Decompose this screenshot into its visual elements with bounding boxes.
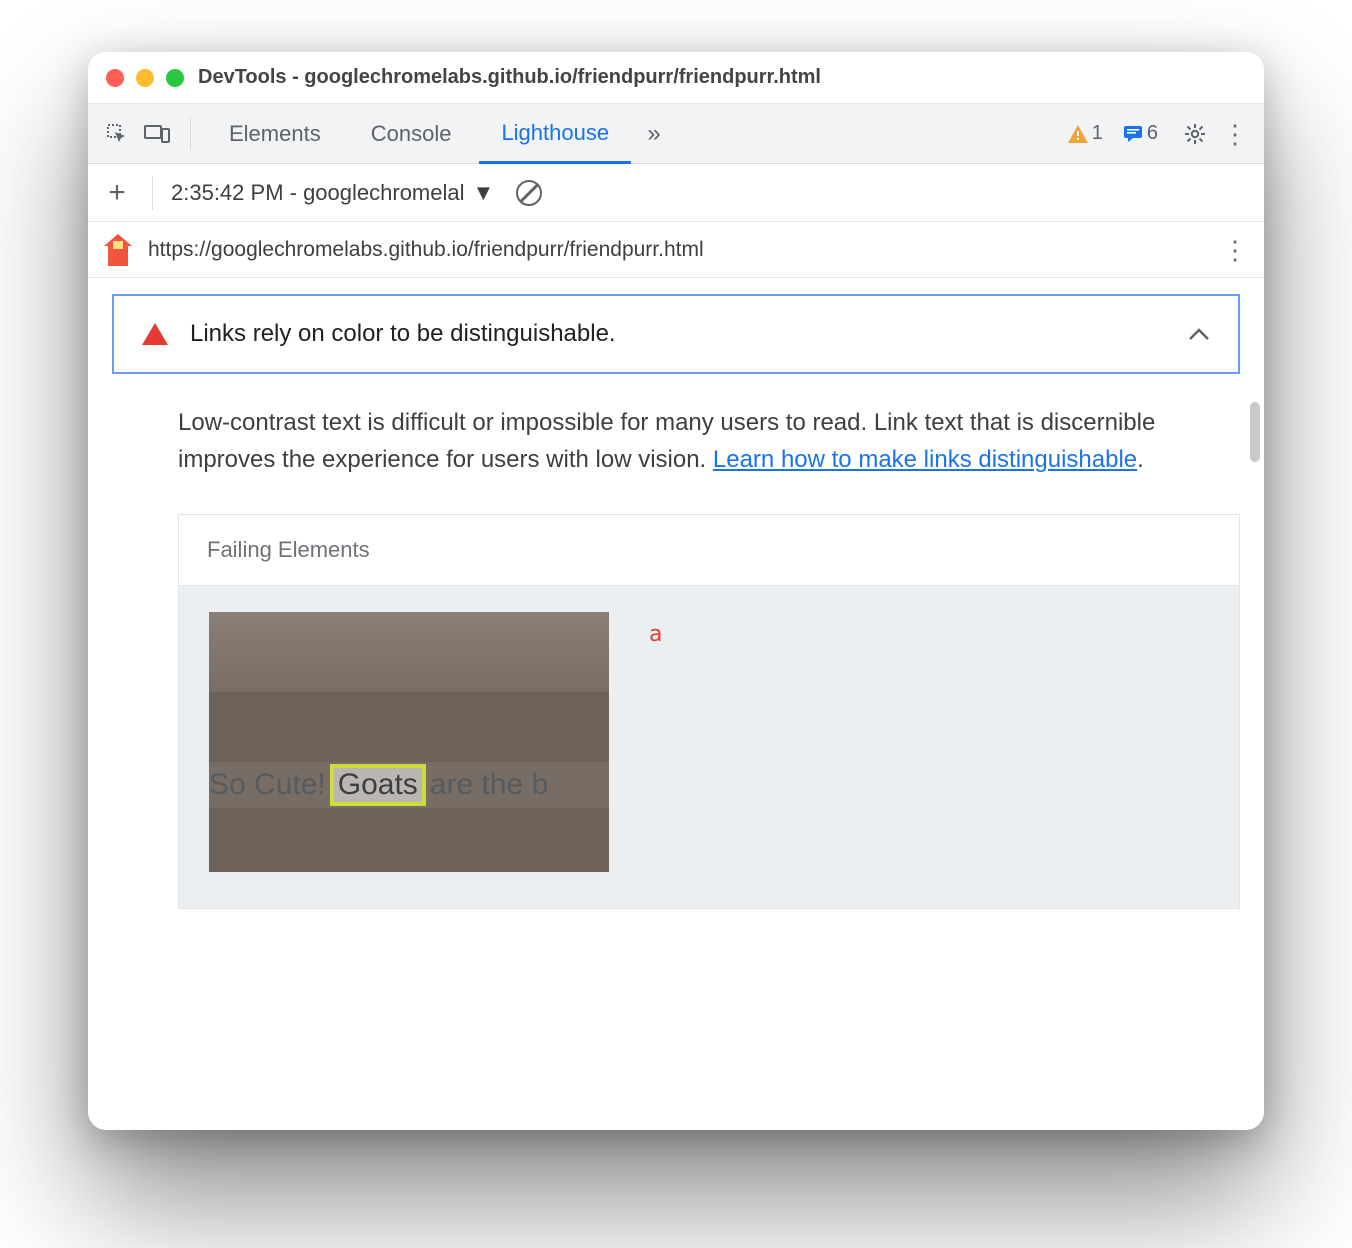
- report-url-bar: https://googlechromelabs.github.io/frien…: [88, 222, 1264, 278]
- traffic-lights: [106, 69, 184, 87]
- element-tag-name[interactable]: a: [649, 622, 662, 647]
- report-content: Links rely on color to be distinguishabl…: [88, 278, 1264, 933]
- fail-triangle-icon: [142, 323, 168, 345]
- report-url: https://googlechromelabs.github.io/frien…: [148, 238, 1206, 262]
- messages-number: 6: [1147, 122, 1158, 145]
- window-title: DevTools - googlechromelabs.github.io/fr…: [198, 66, 821, 89]
- lighthouse-toolbar: + 2:35:42 PM - googlechromelal ▼: [88, 164, 1264, 222]
- report-dropdown-label: 2:35:42 PM - googlechromelal: [171, 180, 465, 206]
- tab-lighthouse[interactable]: Lighthouse: [479, 104, 631, 164]
- failing-elements-heading: Failing Elements: [179, 515, 1239, 586]
- warnings-count[interactable]: 1: [1068, 122, 1103, 145]
- report-menu-icon[interactable]: ⋮: [1222, 246, 1248, 254]
- audit-description: Low-contrast text is difficult or imposs…: [112, 374, 1240, 514]
- chevron-down-icon: ▼: [473, 180, 495, 206]
- warnings-number: 1: [1092, 122, 1103, 145]
- settings-gear-icon[interactable]: [1178, 117, 1212, 151]
- devtools-window: DevTools - googlechromelabs.github.io/fr…: [88, 52, 1264, 1130]
- zoom-window-button[interactable]: [166, 69, 184, 87]
- audit-header[interactable]: Links rely on color to be distinguishabl…: [112, 294, 1240, 374]
- clear-report-button[interactable]: [512, 176, 546, 210]
- thumb-text-left: So Cute!: [209, 768, 326, 802]
- more-tabs-icon[interactable]: »: [637, 117, 671, 151]
- collapse-chevron-icon: [1188, 327, 1210, 341]
- tab-elements[interactable]: Elements: [207, 104, 343, 164]
- element-screenshot[interactable]: So Cute! Goats are the b: [209, 612, 609, 872]
- close-window-button[interactable]: [106, 69, 124, 87]
- devtools-tabbar: Elements Console Lighthouse » 1 6 ⋮: [88, 104, 1264, 164]
- audit-desc-text-post: .: [1137, 446, 1144, 473]
- tab-console[interactable]: Console: [349, 104, 474, 164]
- learn-more-link[interactable]: Learn how to make links distinguishable: [713, 446, 1137, 473]
- toolbar-separator: [152, 176, 153, 210]
- inspect-element-icon[interactable]: [100, 117, 134, 151]
- warning-icon: [1068, 125, 1088, 143]
- thumb-highlighted-link: Goats: [330, 764, 426, 806]
- scrollbar-thumb[interactable]: [1250, 402, 1260, 462]
- lighthouse-icon: [104, 234, 132, 266]
- audit-title: Links rely on color to be distinguishabl…: [190, 320, 1166, 348]
- clear-icon: [516, 180, 542, 206]
- tabbar-separator: [190, 118, 191, 150]
- failing-elements-panel: Failing Elements So Cute! Goats are the …: [178, 514, 1240, 909]
- report-dropdown[interactable]: 2:35:42 PM - googlechromelal ▼: [171, 180, 494, 206]
- device-toolbar-icon[interactable]: [140, 117, 174, 151]
- devtools-menu-icon[interactable]: ⋮: [1218, 117, 1252, 151]
- new-report-button[interactable]: +: [100, 176, 134, 210]
- message-icon: [1123, 125, 1143, 143]
- messages-count[interactable]: 6: [1123, 122, 1158, 145]
- failing-elements-body: So Cute! Goats are the b a: [179, 586, 1239, 908]
- minimize-window-button[interactable]: [136, 69, 154, 87]
- thumb-text-right: are the b: [430, 768, 548, 802]
- window-titlebar: DevTools - googlechromelabs.github.io/fr…: [88, 52, 1264, 104]
